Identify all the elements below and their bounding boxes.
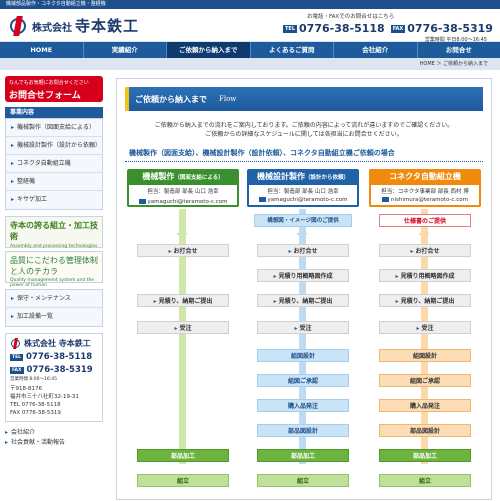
sidebar-business-list: ▸機械製作（図面支給による） ▸機械設計製作（設計から依頼） ▸コネクタ自動組立… <box>5 118 103 210</box>
sidebar-item-equipment[interactable]: ▸加工設備一覧 <box>6 308 102 326</box>
sidebar-item-activities[interactable]: ▸社会貢献・活動報告 <box>5 438 103 448</box>
step-parts-design: 部品図設計 <box>257 424 349 437</box>
chevron-right-icon: ▸ <box>11 178 14 185</box>
step-parts-processing: 部品加工 <box>137 449 229 462</box>
topbar: 機械部品製作・コネクタ自動組立機・整経機 <box>0 0 500 9</box>
nav-flow[interactable]: ご依頼から納入まで <box>167 42 251 58</box>
step-meeting: ▸お打合せ <box>257 244 349 257</box>
nav-contact[interactable]: お問合せ <box>418 42 500 58</box>
step-estimate: ▸見積り、納期ご提出 <box>137 294 229 307</box>
company-address: 〒918-8176 福井市三十八社町32-19-31 TEL 0776-38-5… <box>10 385 98 417</box>
main-content: ご依頼から納入まで Flow ご依頼から納入までの流れをご案内しております。ご依… <box>116 78 492 500</box>
step-estimate: ▸見積り、納期ご提出 <box>379 294 471 307</box>
step-rough-drawing: ▸見積り用概略図作成 <box>257 269 349 282</box>
sidebar-extra-list: ▸保守・メンテナンス ▸加工設備一覧 <box>5 289 103 327</box>
banner-technology[interactable]: 寺本の誇る組立・加工技術 Assembly and processing tec… <box>5 216 103 248</box>
chevron-right-icon: ▸ <box>5 429 8 436</box>
sidebar-item-maintenance[interactable]: ▸保守・メンテナンス <box>6 290 102 308</box>
page-title-bar: ご依頼から納入まで Flow <box>125 87 483 111</box>
step-assembly-design: 組図設計 <box>379 349 471 362</box>
step-rough-drawing: ▸見積り用概略図作成 <box>379 269 471 282</box>
breadcrumb: HOME ＞ ご依頼から納入まで <box>0 58 500 70</box>
sidebar-bottom-links: ▸会社紹介 ▸社会貢献・活動報告 <box>5 428 103 448</box>
header-contact: お電話・FAXでのお問合せはこちら TEL 0776-38-5118 FAX 0… <box>283 12 493 43</box>
step-meeting: ▸お打合せ <box>379 244 471 257</box>
step-assembly-design: 組図設計 <box>257 349 349 362</box>
flow-column-connector: コネクタ自動組立機 担当：コネクタ事業部 部長 西村 博 nishimura@t… <box>369 169 481 207</box>
sidebar-item-machine-making[interactable]: ▸機械製作（図面支給による） <box>6 119 102 137</box>
nav-home[interactable]: HOME <box>0 42 84 58</box>
chevron-right-icon: ▸ <box>11 313 14 320</box>
step-purchase-order: 購入品発注 <box>257 399 349 412</box>
contact-note: お電話・FAXでのお問合せはこちら <box>307 12 493 20</box>
email-link[interactable]: yamaguchi@teramoto-c.com <box>268 197 348 203</box>
sidebar-section-title: 事業内容 <box>5 107 103 118</box>
tel-badge: TEL <box>283 25 297 33</box>
company-logo[interactable]: 株式会社寺本鉄工 <box>8 15 139 36</box>
step-spec-sheet: 仕様書のご提供 <box>379 214 471 227</box>
company-kabu: 株式会社 <box>32 23 72 34</box>
step-parts-design: 部品図設計 <box>379 424 471 437</box>
nav-faq[interactable]: よくあるご質問 <box>251 42 335 58</box>
email-link[interactable]: nishimura@teramoto-c.com <box>391 197 468 203</box>
fax-number: 0776-38-5319 <box>407 22 493 35</box>
step-assembly-approval: 組図ご承認 <box>257 374 349 387</box>
step-assembly: 組立 <box>379 474 471 487</box>
nav-works[interactable]: 実績紹介 <box>84 42 168 58</box>
page-title: ご依頼から納入まで <box>135 94 207 105</box>
page-title-en: Flow <box>219 95 236 103</box>
inquiry-big-text: お問合せフォーム <box>9 88 99 101</box>
step-parts-processing: 部品加工 <box>379 449 471 462</box>
chevron-right-icon: ▸ <box>11 124 14 131</box>
step-order: ▸受注 <box>379 321 471 334</box>
logo-mark-icon <box>8 16 28 36</box>
arrow-down-icon <box>176 233 188 239</box>
step-order: ▸受注 <box>257 321 349 334</box>
step-assembly: 組立 <box>257 474 349 487</box>
business-hours: 営業時間 平日8:00〜16:45 <box>283 36 493 43</box>
chevron-right-icon: ▸ <box>11 142 14 149</box>
global-nav: HOME 実績紹介 ご依頼から納入まで よくあるご質問 会社紹介 お問合せ <box>0 41 500 58</box>
arrow-down-icon <box>418 233 430 239</box>
step-assembly: 組立 <box>137 474 229 487</box>
mail-icon <box>382 197 389 202</box>
inquiry-form-button[interactable]: なんでもお気軽にお問合せください お問合せフォーム <box>5 76 103 102</box>
chevron-right-icon: ▸ <box>11 295 14 302</box>
flow-column-design: 機械設計製作（設計から依頼） 担当：製造部 部長 山口 浩幸 yamaguchi… <box>247 169 359 207</box>
logo-mark-icon <box>10 338 21 349</box>
sidebar-fax: 0776-38-5319 <box>27 365 93 375</box>
sidebar-tel[interactable]: 0776-38-5118 <box>26 352 92 362</box>
nav-company[interactable]: 会社紹介 <box>334 42 418 58</box>
step-estimate: ▸見積り、納期ご提出 <box>257 294 349 307</box>
step-order: ▸受注 <box>137 321 229 334</box>
step-assembly-approval: 組図ご承認 <box>379 374 471 387</box>
chevron-right-icon: ▸ <box>11 196 14 203</box>
sidebar-item-company[interactable]: ▸会社紹介 <box>5 428 103 438</box>
flow-subheading: 機械製作（図面支給）、機械設計製作（設計依頼）、コネクタ自動組立機ご依頼の場合 <box>125 148 483 162</box>
flow-diagram: 機械製作（図面支給による） 担当：製造部 部長 山口 浩幸 機械設計製作（設計か… <box>117 169 493 501</box>
step-concept-drawing: 構想図・イメージ図のご提供 <box>254 214 352 227</box>
email-link[interactable]: yamaguchi@teramoto-c.com <box>148 199 228 205</box>
sidebar-item-connector[interactable]: ▸コネクタ自動組立機 <box>6 155 102 173</box>
site-header: 株式会社寺本鉄工 お電話・FAXでのお問合せはこちら TEL 0776-38-5… <box>0 9 500 41</box>
mail-icon <box>259 197 266 202</box>
sidebar-item-scraping[interactable]: ▸キサゲ加工 <box>6 191 102 209</box>
chevron-right-icon: ▸ <box>11 160 14 167</box>
banner-quality[interactable]: 品質にこだわる管理体制と人のチカラ Quality management sys… <box>5 251 103 283</box>
company-name: 寺本鉄工 <box>75 17 139 35</box>
intro-text: ご依頼から納入までの流れをご案内しております。ご依頼の内容によって流れが違います… <box>117 121 491 139</box>
step-meeting: ▸お打合せ <box>137 244 229 257</box>
fax-badge: FAX <box>391 25 406 33</box>
mail-icon <box>139 199 146 204</box>
arrow-down-icon <box>296 233 308 239</box>
sidebar-item-warping[interactable]: ▸整経機 <box>6 173 102 191</box>
sidebar: なんでもお気軽にお問合せください お問合せフォーム 事業内容 ▸機械製作（図面支… <box>5 76 103 448</box>
inquiry-small-text: なんでもお気軽にお問合せください <box>9 79 99 86</box>
tel-number[interactable]: 0776-38-5118 <box>299 22 385 35</box>
sidebar-item-machine-design[interactable]: ▸機械設計製作（設計から依頼） <box>6 137 102 155</box>
chevron-right-icon: ▸ <box>5 439 8 446</box>
step-purchase-order: 購入品発注 <box>379 399 471 412</box>
step-parts-processing: 部品加工 <box>257 449 349 462</box>
sidebar-company-info: 株式会社 寺本鉄工 TEL0776-38-5118 FAX0776-38-531… <box>5 333 103 422</box>
